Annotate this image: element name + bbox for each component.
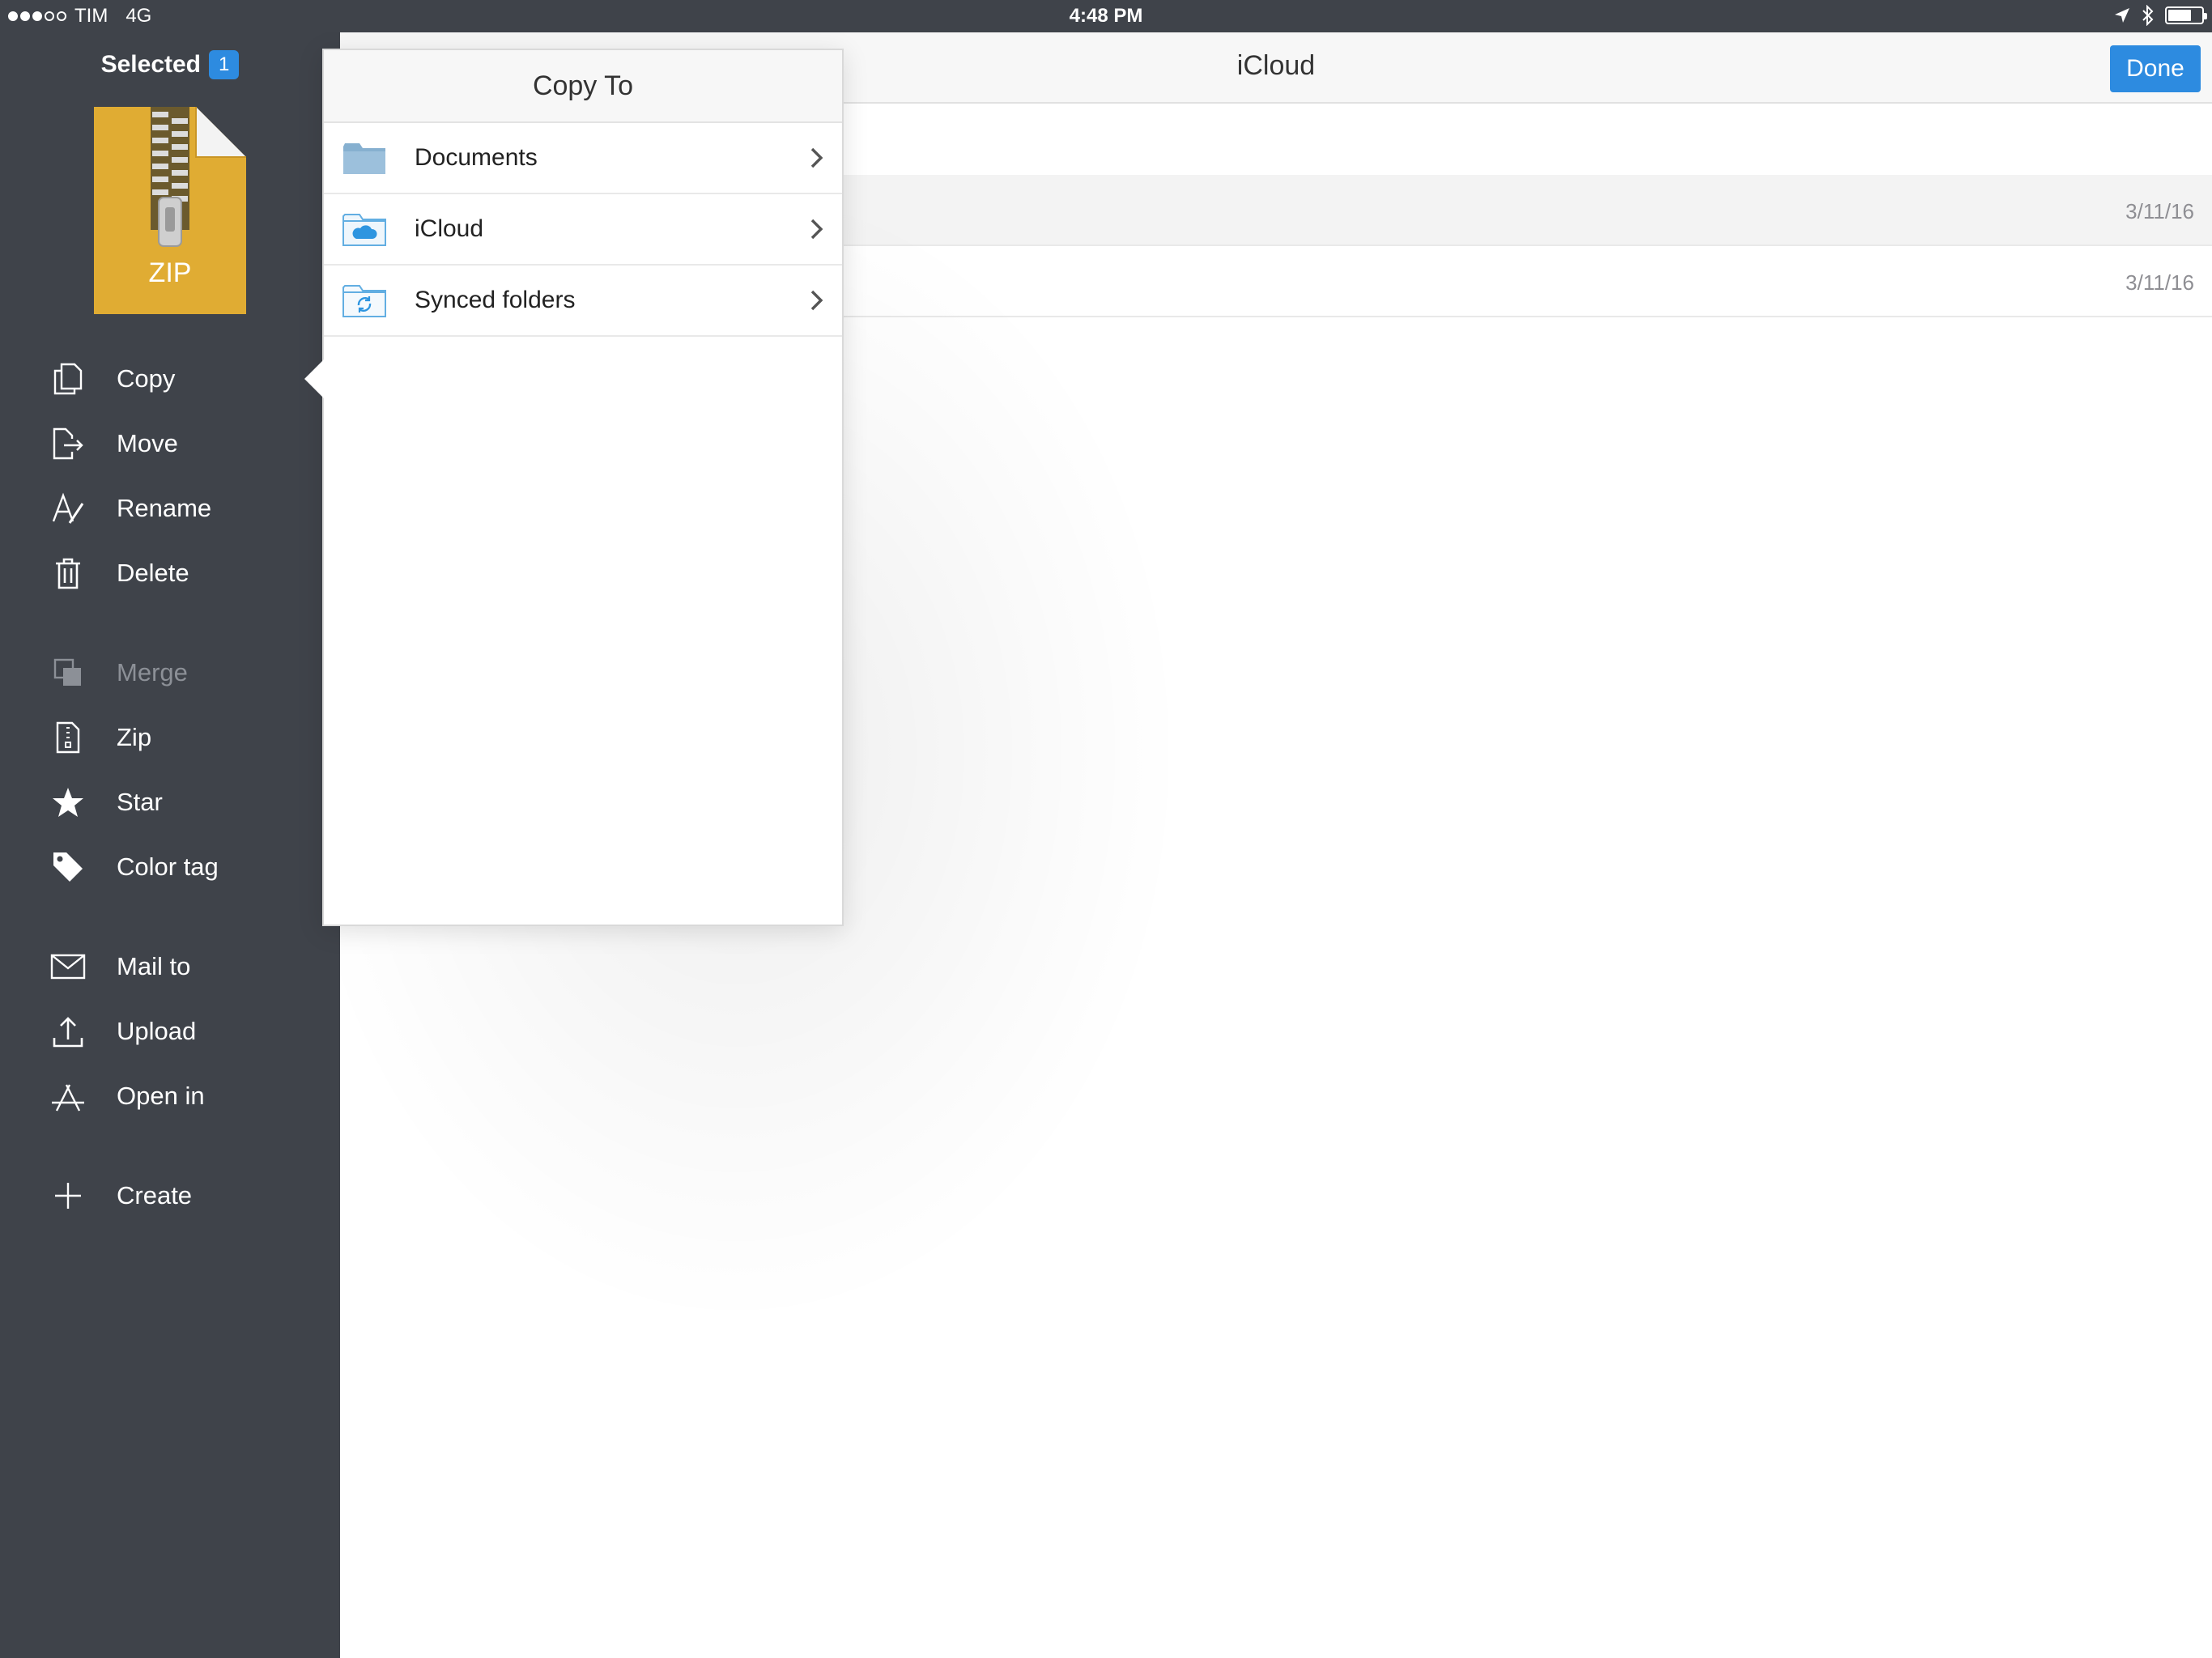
mail-to-button[interactable]: Mail to bbox=[49, 942, 190, 991]
file-date: 3/11/16 bbox=[2125, 199, 2194, 223]
icloud-folder-icon bbox=[342, 214, 386, 246]
status-bar: TIM 4G 4:48 PM bbox=[0, 0, 2212, 32]
upload-button[interactable]: Upload bbox=[49, 1007, 196, 1056]
merge-button[interactable]: Merge bbox=[49, 648, 188, 697]
delete-label: Delete bbox=[117, 559, 189, 587]
copy-label: Copy bbox=[117, 364, 176, 393]
location-icon bbox=[2115, 8, 2129, 23]
create-label: Create bbox=[117, 1181, 193, 1209]
merge-icon bbox=[49, 653, 87, 692]
copy-button[interactable]: Copy bbox=[49, 355, 175, 403]
popover-title: Copy To bbox=[324, 50, 842, 123]
open-in-label: Open in bbox=[117, 1082, 205, 1110]
zip-file-type-label: ZIP bbox=[148, 257, 192, 288]
copy-icon bbox=[49, 359, 87, 398]
open-in-icon bbox=[49, 1077, 87, 1116]
zip-label: Zip bbox=[117, 723, 152, 751]
star-label: Star bbox=[117, 788, 163, 816]
upload-icon bbox=[49, 1012, 87, 1051]
destination-label: Synced folders bbox=[415, 287, 576, 313]
destination-documents[interactable]: Documents bbox=[324, 123, 842, 194]
file-date: 3/11/16 bbox=[2125, 270, 2194, 295]
destination-synced-folders[interactable]: Synced folders bbox=[324, 266, 842, 337]
battery-icon bbox=[2165, 6, 2207, 24]
action-sidebar: Selected 1 ZIP Copy Move Rename Delete M… bbox=[0, 32, 340, 1658]
folder-icon bbox=[343, 143, 385, 174]
selected-label: Selected bbox=[100, 51, 202, 79]
clock: 4:48 PM bbox=[1069, 5, 1143, 27]
chevron-right-icon bbox=[810, 290, 823, 311]
popover-arrow bbox=[304, 359, 324, 398]
trash-icon bbox=[49, 554, 87, 593]
copy-to-popover: Copy To Documents iCloud Synced folders bbox=[322, 49, 844, 926]
mail-to-label: Mail to bbox=[117, 952, 191, 980]
zip-icon bbox=[49, 718, 87, 757]
selected-count-badge: 1 bbox=[209, 50, 240, 80]
sync-folder-icon bbox=[342, 285, 386, 317]
destination-label: Documents bbox=[415, 144, 538, 171]
done-button[interactable]: Done bbox=[2110, 45, 2201, 92]
zip-button[interactable]: Zip bbox=[49, 713, 151, 762]
tag-icon bbox=[49, 848, 87, 886]
rename-icon bbox=[49, 489, 87, 528]
create-button[interactable]: Create bbox=[49, 1171, 192, 1220]
open-in-button[interactable]: Open in bbox=[49, 1072, 205, 1120]
rename-button[interactable]: Rename bbox=[49, 484, 211, 533]
delete-button[interactable]: Delete bbox=[49, 549, 189, 597]
upload-label: Upload bbox=[117, 1017, 197, 1045]
color-tag-button[interactable]: Color tag bbox=[49, 843, 219, 891]
rename-label: Rename bbox=[117, 494, 212, 522]
zip-file-icon: ZIP bbox=[94, 107, 246, 314]
color-tag-label: Color tag bbox=[117, 852, 219, 881]
move-icon bbox=[49, 424, 87, 463]
move-button[interactable]: Move bbox=[49, 419, 178, 468]
chevron-right-icon bbox=[810, 147, 823, 168]
merge-label: Merge bbox=[117, 658, 188, 687]
bluetooth-icon bbox=[2142, 5, 2154, 26]
destination-label: iCloud bbox=[415, 215, 484, 242]
mail-icon bbox=[49, 947, 87, 986]
move-label: Move bbox=[117, 429, 178, 457]
destination-icloud[interactable]: iCloud bbox=[324, 194, 842, 266]
chevron-right-icon bbox=[810, 219, 823, 240]
plus-icon bbox=[49, 1176, 87, 1215]
selection-header: Selected 1 bbox=[0, 50, 340, 80]
star-button[interactable]: Star bbox=[49, 778, 163, 827]
star-icon bbox=[49, 783, 87, 822]
